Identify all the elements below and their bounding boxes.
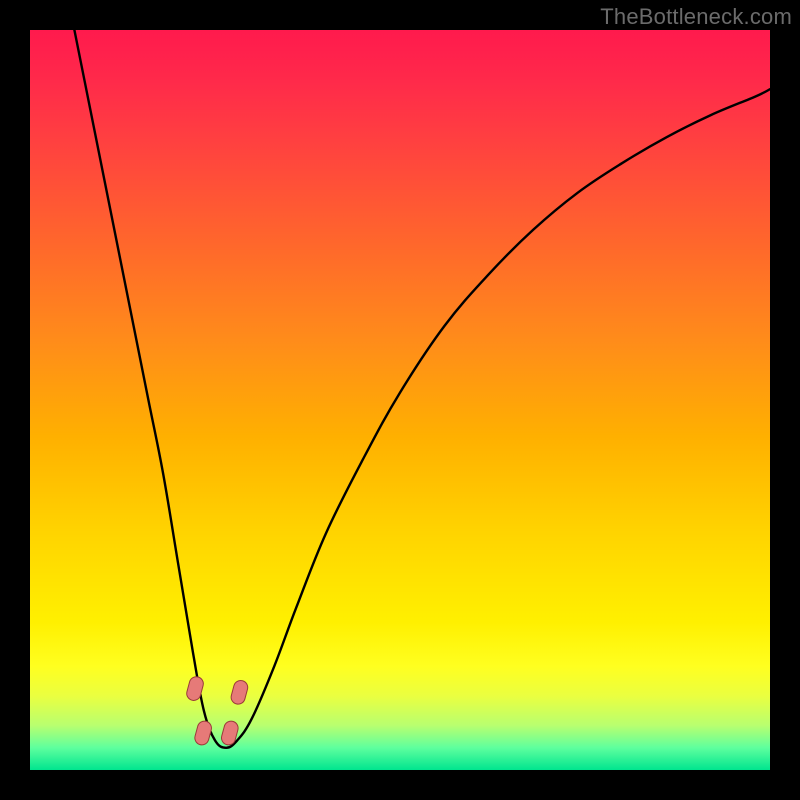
marker-right-upper [230, 679, 250, 706]
watermark-text: TheBottleneck.com [600, 4, 792, 30]
plot-area [30, 30, 770, 770]
chart-stage: TheBottleneck.com [0, 0, 800, 800]
marker-left-lower [193, 720, 213, 747]
curve-layer [30, 30, 770, 770]
bottleneck-curve [74, 30, 770, 748]
